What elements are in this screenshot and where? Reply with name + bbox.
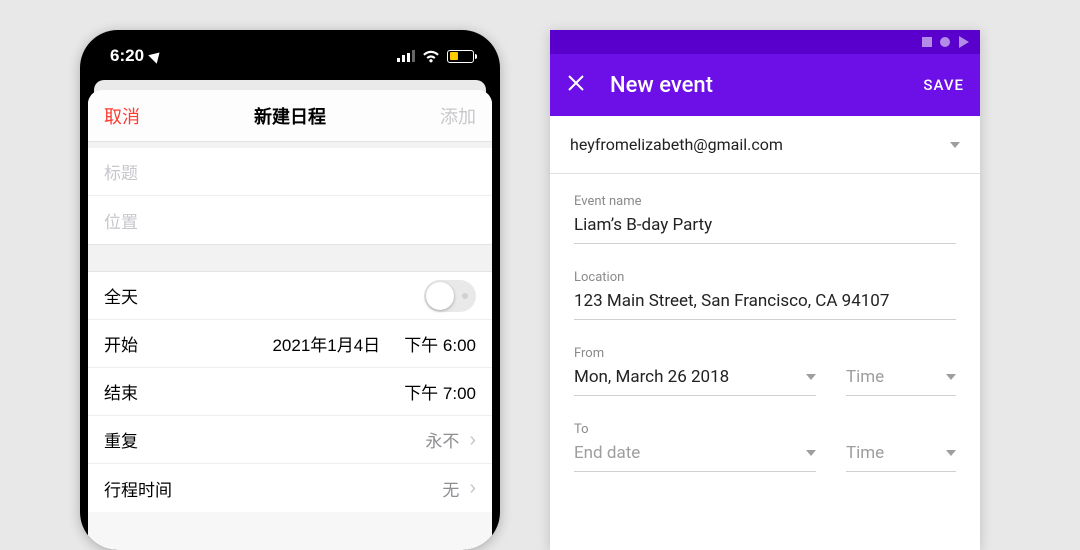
status-right (397, 50, 474, 63)
status-square-icon (922, 37, 932, 47)
from-time-value: Time (846, 367, 884, 387)
chevron-right-icon: › (469, 478, 476, 498)
close-button[interactable] (566, 73, 586, 98)
travel-value: 无 (442, 476, 459, 501)
all-day-toggle[interactable] (424, 280, 476, 312)
sheet-title: 新建日程 (254, 103, 326, 129)
title-field[interactable]: 标题 (88, 148, 492, 196)
to-date-select[interactable]: End date (574, 443, 816, 472)
status-left: 6:20 (110, 46, 162, 66)
travel-label: 行程时间 (104, 476, 172, 501)
start-label: 开始 (104, 331, 138, 356)
all-day-label: 全天 (104, 283, 138, 308)
save-button[interactable]: SAVE (923, 76, 964, 94)
from-date-select[interactable]: Mon, March 26 2018 (574, 367, 816, 396)
wifi-icon (422, 50, 440, 63)
event-form: Event name Liam’s B-day Party Location 1… (550, 174, 980, 472)
start-row[interactable]: 开始 2021年1月4日 下午 6:00 (88, 320, 492, 368)
close-icon (566, 73, 586, 93)
location-field[interactable]: 位置 (88, 196, 492, 244)
battery-icon (447, 50, 474, 63)
event-name-field[interactable]: Event name Liam’s B-day Party (574, 194, 956, 244)
from-date-value: Mon, March 26 2018 (574, 367, 729, 387)
repeat-value: 永不 (425, 427, 459, 452)
to-time-select[interactable]: Time (846, 443, 956, 472)
android-appbar: New event SAVE (550, 54, 980, 116)
to-field: To End date Time (574, 422, 956, 472)
start-time-value: 下午 6:00 (404, 331, 476, 356)
status-circle-icon (940, 37, 950, 47)
chevron-down-icon (950, 142, 960, 148)
title-location-section: 标题 位置 (88, 148, 492, 244)
title-placeholder: 标题 (104, 159, 138, 184)
repeat-row[interactable]: 重复 永不 › (88, 416, 492, 464)
account-selector[interactable]: heyfromelizabeth@gmail.com (550, 116, 980, 174)
account-email: heyfromelizabeth@gmail.com (570, 135, 783, 154)
to-time-value: Time (846, 443, 884, 463)
location-field[interactable]: Location 123 Main Street, San Francisco,… (574, 270, 956, 320)
android-status-bar (550, 30, 980, 54)
chevron-down-icon (946, 450, 956, 456)
to-date-value: End date (574, 443, 640, 463)
event-name-value: Liam’s B-day Party (574, 215, 956, 244)
appbar-title: New event (610, 73, 899, 98)
time-section: 全天 开始 2021年1月4日 下午 6:00 结束 下午 7:00 重复 永不… (88, 272, 492, 512)
ios-device-frame: 6:20 取消 新建日程 添加 标题 位 (80, 30, 500, 550)
android-device-frame: New event SAVE heyfromelizabeth@gmail.co… (550, 30, 980, 550)
cancel-button[interactable]: 取消 (104, 103, 140, 129)
location-label: Location (574, 270, 956, 285)
chevron-down-icon (946, 374, 956, 380)
battery-fill (450, 52, 459, 60)
add-button[interactable]: 添加 (440, 103, 476, 129)
status-triangle-icon (959, 36, 969, 48)
location-placeholder: 位置 (104, 208, 138, 233)
event-name-label: Event name (574, 194, 956, 209)
to-label: To (574, 422, 956, 437)
start-date-value: 2021年1月4日 (272, 331, 380, 356)
end-label: 结束 (104, 379, 138, 404)
end-time-value: 下午 7:00 (404, 379, 476, 404)
from-label: From (574, 346, 956, 361)
ios-new-event-sheet: 取消 新建日程 添加 标题 位置 全天 开始 2021年1月4日 (88, 90, 492, 550)
end-row[interactable]: 结束 下午 7:00 (88, 368, 492, 416)
from-time-select[interactable]: Time (846, 367, 956, 396)
ios-navbar: 取消 新建日程 添加 (88, 90, 492, 142)
travel-time-row[interactable]: 行程时间 无 › (88, 464, 492, 512)
chevron-right-icon: › (469, 430, 476, 450)
chevron-down-icon (806, 450, 816, 456)
repeat-label: 重复 (104, 427, 138, 452)
all-day-row: 全天 (88, 272, 492, 320)
from-field: From Mon, March 26 2018 Time (574, 346, 956, 396)
chevron-down-icon (806, 374, 816, 380)
section-gap (88, 244, 492, 272)
ios-status-bar: 6:20 (80, 30, 500, 86)
location-arrow-icon (148, 48, 164, 64)
location-value: 123 Main Street, San Francisco, CA 94107 (574, 291, 956, 320)
cellular-signal-icon (397, 50, 415, 62)
status-time: 6:20 (110, 46, 144, 66)
